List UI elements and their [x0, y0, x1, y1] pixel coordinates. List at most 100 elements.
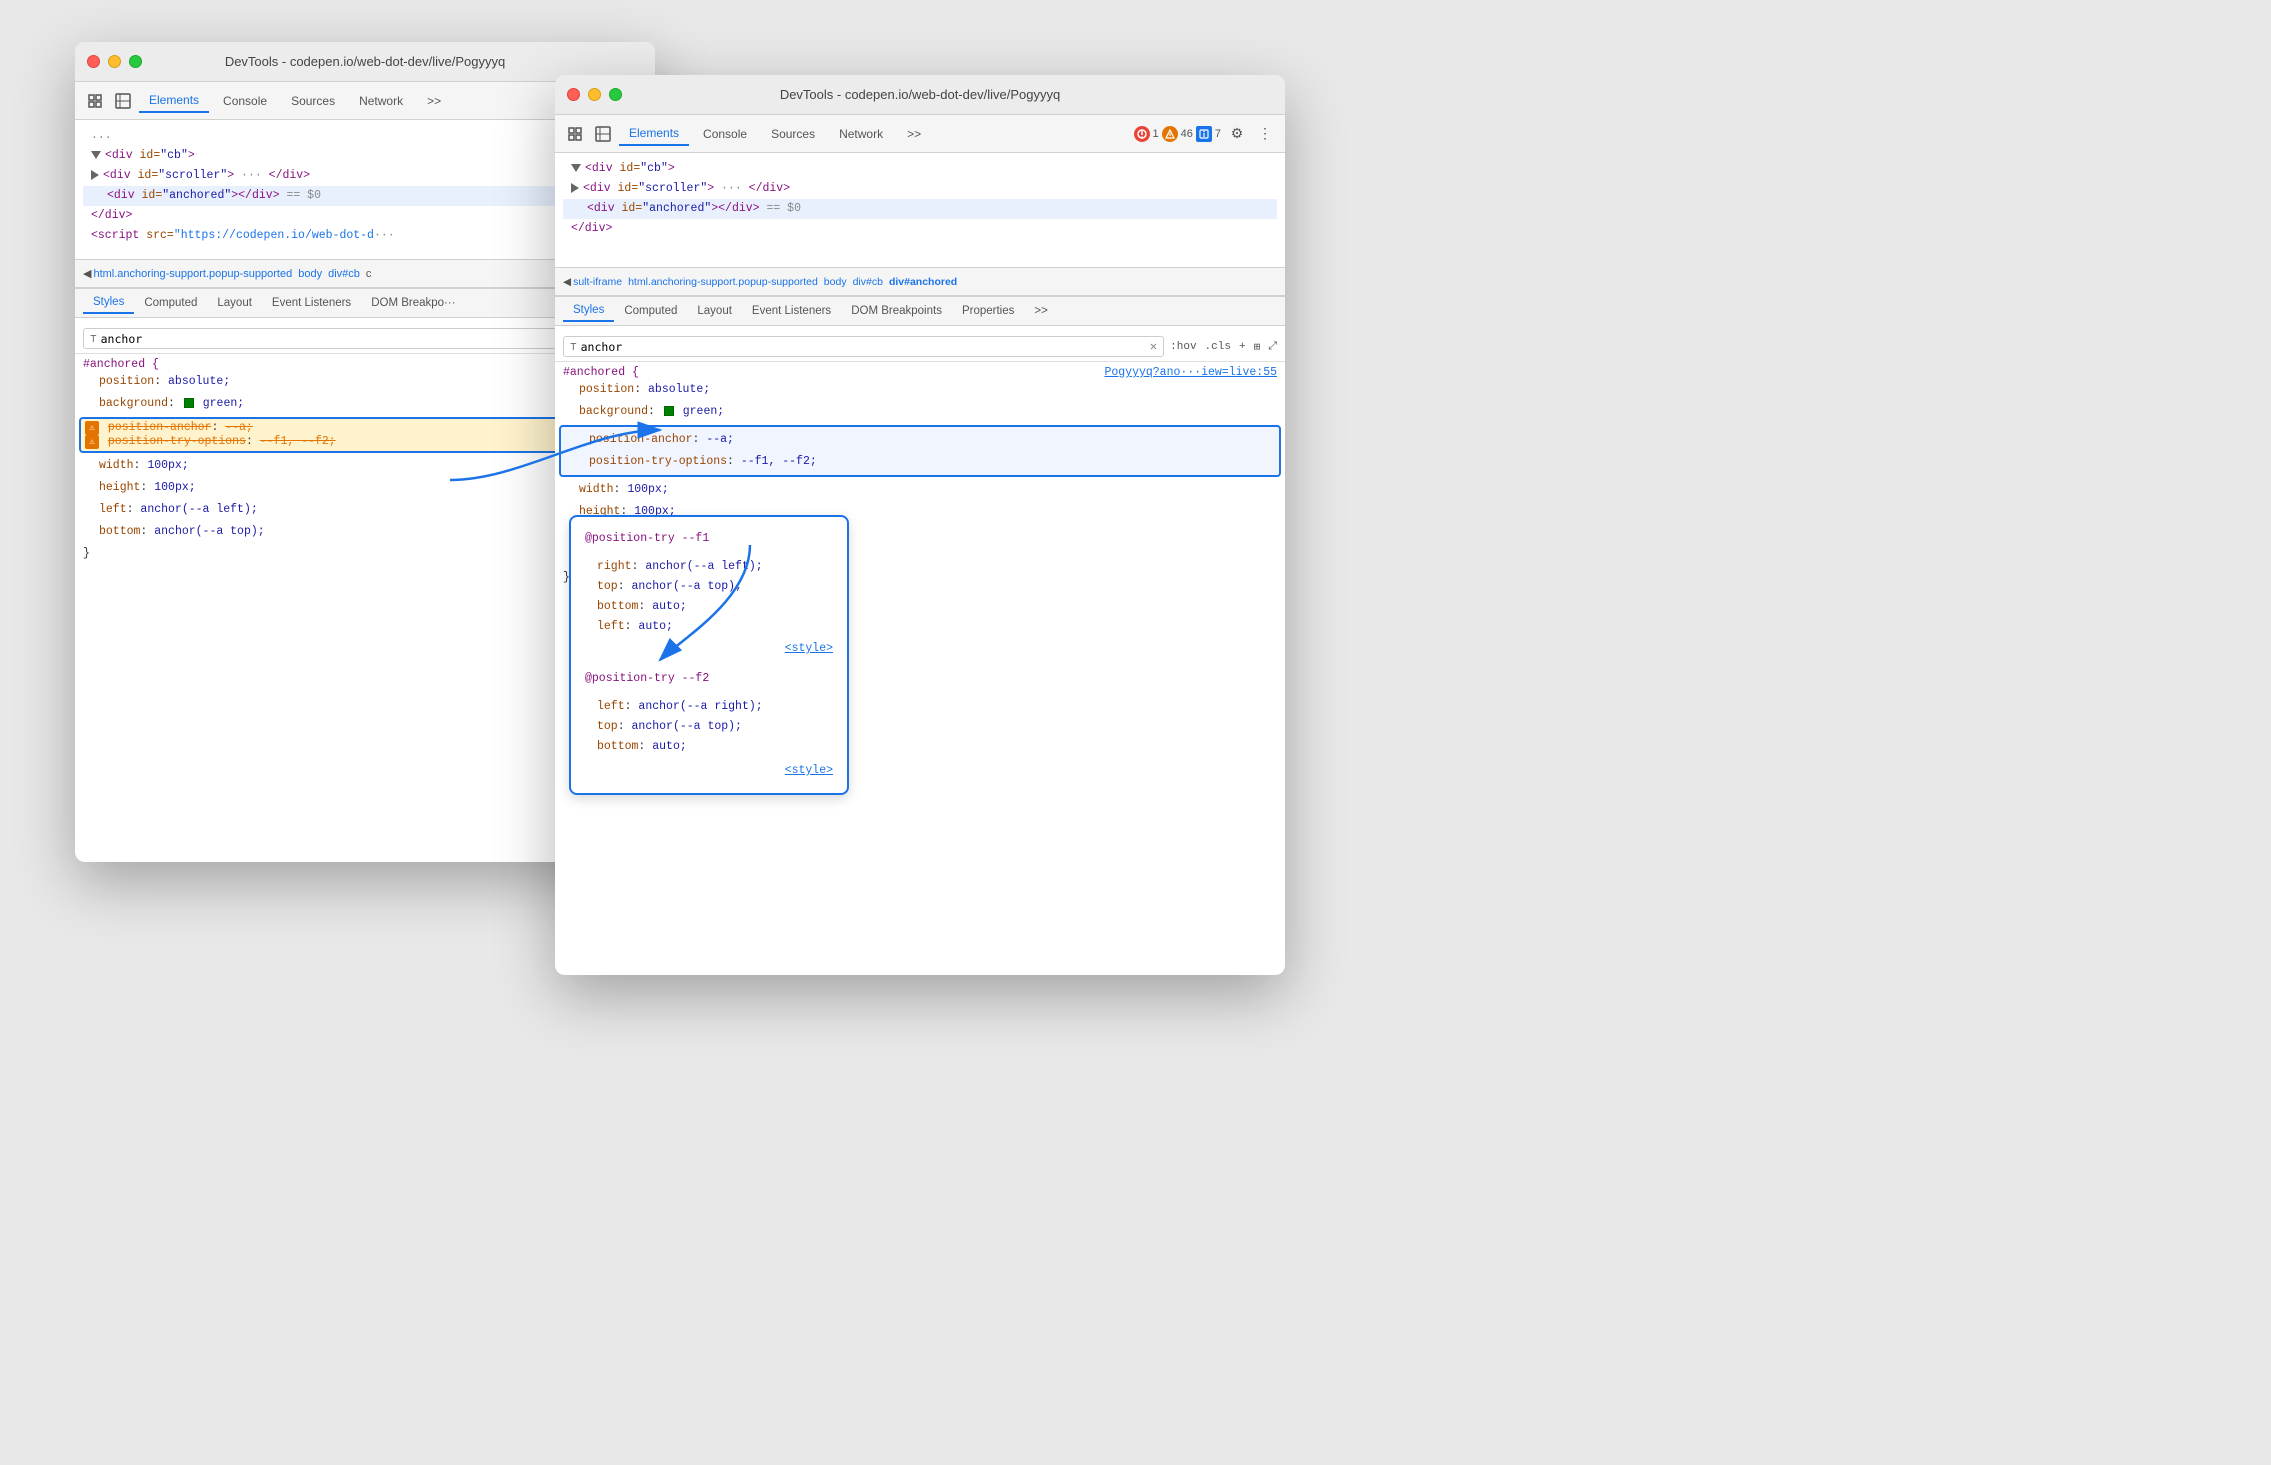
tab-computed-back[interactable]: Computed	[134, 293, 207, 313]
tab-sources-front[interactable]: Sources	[761, 123, 825, 145]
tab-styles-front[interactable]: Styles	[563, 300, 614, 322]
popup-source-1[interactable]: <style>	[785, 642, 833, 655]
css-prop-background-front: background: green;	[555, 401, 1285, 423]
warning-icon-try-back: ⚠	[85, 435, 99, 449]
cursor-icon-front[interactable]	[563, 122, 587, 146]
filter-input-wrapper-back: ⊤ ✕	[83, 328, 580, 349]
bc-item-divanchored[interactable]: div#anchored	[889, 276, 957, 288]
devtools-toolbar-front: Elements Console Sources Network >> 1 46…	[555, 115, 1285, 153]
warning-icon-anchor-back: ⚠	[85, 421, 99, 435]
breadcrumb-front: ◀ sult-iframe html.anchoring-support.pop…	[555, 268, 1285, 296]
filter-input-wrapper-front: ⊤ ✕	[563, 336, 1164, 357]
tab-layout-back[interactable]: Layout	[207, 293, 262, 313]
filter-input-back[interactable]	[101, 332, 562, 346]
tab-more-front[interactable]: >>	[897, 123, 931, 145]
tab-styles-back[interactable]: Styles	[83, 292, 134, 314]
tab-more-back[interactable]: >>	[417, 90, 451, 112]
filter-clear-front[interactable]: ✕	[1150, 339, 1157, 354]
filter-icon-back: ⊤	[90, 332, 97, 346]
tab-events-front[interactable]: Event Listeners	[742, 301, 841, 321]
close-button[interactable]	[87, 55, 100, 68]
gear-icon-front[interactable]: ⚙	[1225, 122, 1249, 146]
breadcrumb-arrow-front: ◀	[563, 276, 571, 288]
new-style-front[interactable]: +	[1239, 341, 1246, 353]
maximize-button[interactable]	[129, 55, 142, 68]
breadcrumb-item-3[interactable]: div#cb	[328, 268, 360, 280]
tab-computed-front[interactable]: Computed	[614, 301, 687, 321]
window-title-front: DevTools - codepen.io/web-dot-dev/live/P…	[780, 87, 1060, 102]
warning-badge[interactable]	[1162, 126, 1178, 142]
css-prop-position-front: position: absolute;	[555, 379, 1285, 401]
popup-source-2[interactable]: <style>	[785, 764, 833, 777]
maximize-button-front[interactable]	[609, 88, 622, 101]
window-title-back: DevTools - codepen.io/web-dot-dev/live/P…	[225, 54, 505, 69]
css-prop-anchor-front: position-anchor: --a;	[565, 429, 1275, 451]
breadcrumb-arrow-back: ◀	[83, 267, 91, 280]
expand-style-front[interactable]: ⤢	[1268, 341, 1277, 353]
dom-front-row-3[interactable]: </div>	[563, 219, 1277, 239]
tab-events-back[interactable]: Event Listeners	[262, 293, 361, 313]
dom-front-row-selected[interactable]: <div id="anchored"></div> == $0	[563, 199, 1277, 219]
color-swatch-back[interactable]	[184, 398, 194, 408]
dom-front-row-1[interactable]: <div id="cb">	[563, 159, 1277, 179]
titlebar-front: DevTools - codepen.io/web-dot-dev/live/P…	[555, 75, 1285, 115]
dom-panel-front: <div id="cb"> <div id="scroller"> ··· </…	[555, 153, 1285, 268]
filter-icon-front: ⊤	[570, 340, 577, 354]
cls-action-front[interactable]: .cls	[1205, 341, 1231, 353]
filter-bar-front: ⊤ ✕ :hov .cls + ⊞ ⤢	[555, 332, 1285, 362]
css-selector-front: #anchored {	[563, 366, 639, 379]
filter-actions-front: :hov .cls + ⊞ ⤢	[1170, 340, 1277, 354]
tab-sources-back[interactable]: Sources	[281, 90, 345, 112]
tab-dom-break-front[interactable]: DOM Breakpoints	[841, 301, 952, 321]
css-prop-width-front: width: 100px;	[555, 479, 1285, 501]
bc-item-html[interactable]: html.anchoring-support.popup-supported	[628, 276, 818, 288]
tab-props-front[interactable]: Properties	[952, 301, 1024, 321]
filter-input-front[interactable]	[581, 340, 1146, 354]
badge-group-front: 1 46 7	[1134, 126, 1222, 142]
breadcrumb-item-1[interactable]: html.anchoring-support.popup-supported	[93, 268, 292, 280]
tab-console-back[interactable]: Console	[213, 90, 277, 112]
breadcrumb-item-4: c	[366, 268, 372, 280]
bc-item-result[interactable]: sult-iframe	[573, 276, 622, 288]
minimize-button[interactable]	[108, 55, 121, 68]
tab-elements-front[interactable]: Elements	[619, 122, 689, 146]
css-prop-try-front: position-try-options: --f1, --f2;	[565, 451, 1275, 473]
css-selector-back: #anchored {	[83, 358, 159, 371]
inspect-icon-front[interactable]	[591, 122, 615, 146]
bc-item-divcb[interactable]: div#cb	[853, 276, 883, 288]
minimize-button-front[interactable]	[588, 88, 601, 101]
tab-elements-back[interactable]: Elements	[139, 89, 209, 113]
color-swatch-front[interactable]	[664, 406, 674, 416]
tab-dom-break-back[interactable]: DOM Breakpo···	[361, 293, 465, 313]
error-badge[interactable]	[1134, 126, 1150, 142]
inspect-icon[interactable]	[111, 89, 135, 113]
highlighted-rules-front: position-anchor: --a; position-try-optio…	[559, 425, 1281, 477]
traffic-lights-front	[567, 88, 622, 101]
dom-front-row-2[interactable]: <div id="scroller"> ··· </div>	[563, 179, 1277, 199]
css-source-front[interactable]: Pogyyyq?ano···iew=live:55	[1104, 366, 1277, 379]
tab-more2-front[interactable]: >>	[1024, 301, 1057, 321]
bottom-tabs-front: Styles Computed Layout Event Listeners D…	[555, 296, 1285, 326]
popup-props-2: left: anchor(--a right); top: anchor(--a…	[585, 697, 833, 757]
popup-selector-2: @position-try --f2	[585, 669, 833, 689]
popup-selector-1: @position-try --f1	[585, 529, 833, 549]
close-button-front[interactable]	[567, 88, 580, 101]
traffic-lights-back	[87, 55, 142, 68]
info-badge[interactable]	[1196, 126, 1212, 142]
popup-props-1: right: anchor(--a left); top: anchor(--a…	[585, 557, 833, 637]
warning-count: 46	[1181, 128, 1193, 140]
tab-layout-front[interactable]: Layout	[687, 301, 742, 321]
copy-style-front[interactable]: ⊞	[1254, 340, 1261, 354]
error-count: 1	[1153, 128, 1159, 140]
devtools-window-front: DevTools - codepen.io/web-dot-dev/live/P…	[555, 75, 1285, 975]
more-icon-front[interactable]: ⋮	[1253, 122, 1277, 146]
bc-item-body[interactable]: body	[824, 276, 847, 288]
tab-console-front[interactable]: Console	[693, 123, 757, 145]
styles-panel-front: ⊤ ✕ :hov .cls + ⊞ ⤢ #anchored { Pogyyyq?…	[555, 326, 1285, 599]
info-count: 7	[1215, 128, 1221, 140]
tab-network-back[interactable]: Network	[349, 90, 413, 112]
breadcrumb-item-2[interactable]: body	[298, 268, 322, 280]
tab-network-front[interactable]: Network	[829, 123, 893, 145]
hov-action-front[interactable]: :hov	[1170, 341, 1196, 353]
cursor-icon[interactable]	[83, 89, 107, 113]
